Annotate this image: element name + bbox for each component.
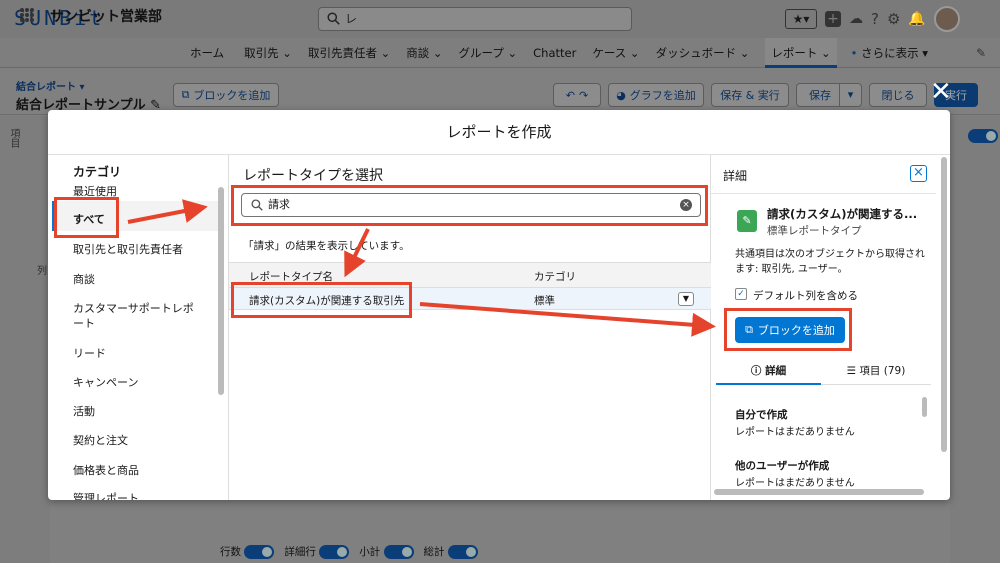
arrow-to-search [127,199,208,224]
arrow-to-add-block [419,302,716,337]
annotation-arrows [127,199,716,337]
arrow-to-row [344,228,370,278]
